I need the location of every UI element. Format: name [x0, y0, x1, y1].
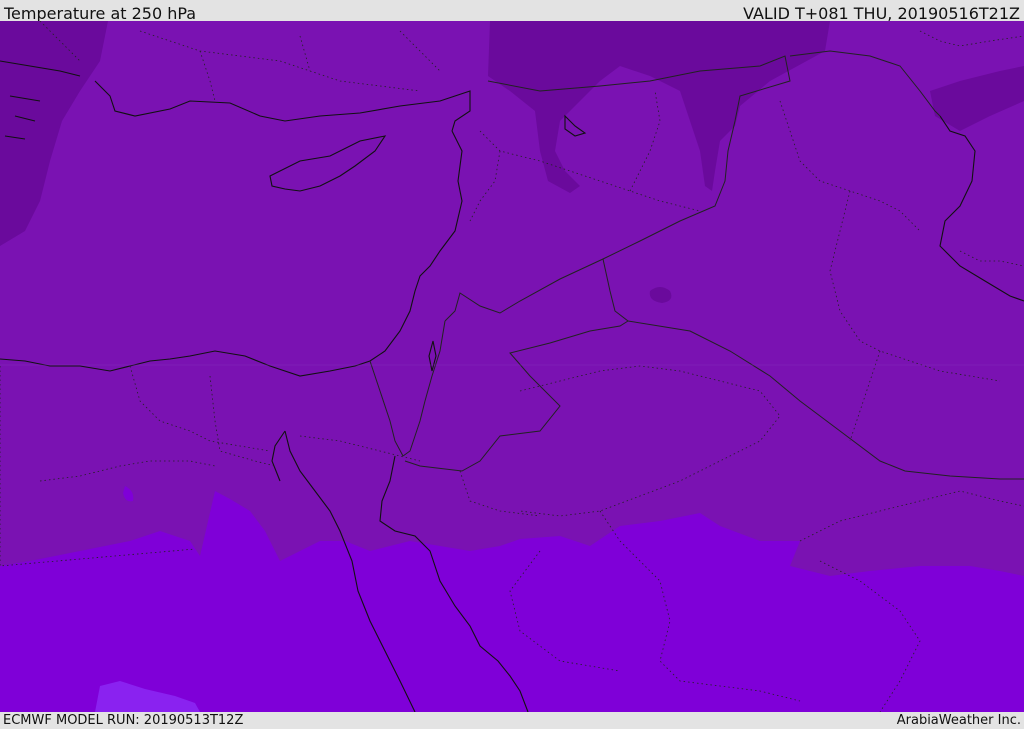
model-run-label: ECMWF MODEL RUN: 20190513T12Z — [3, 713, 244, 728]
credit-label: ArabiaWeather Inc. — [896, 713, 1021, 728]
temperature-map — [0, 21, 1024, 712]
